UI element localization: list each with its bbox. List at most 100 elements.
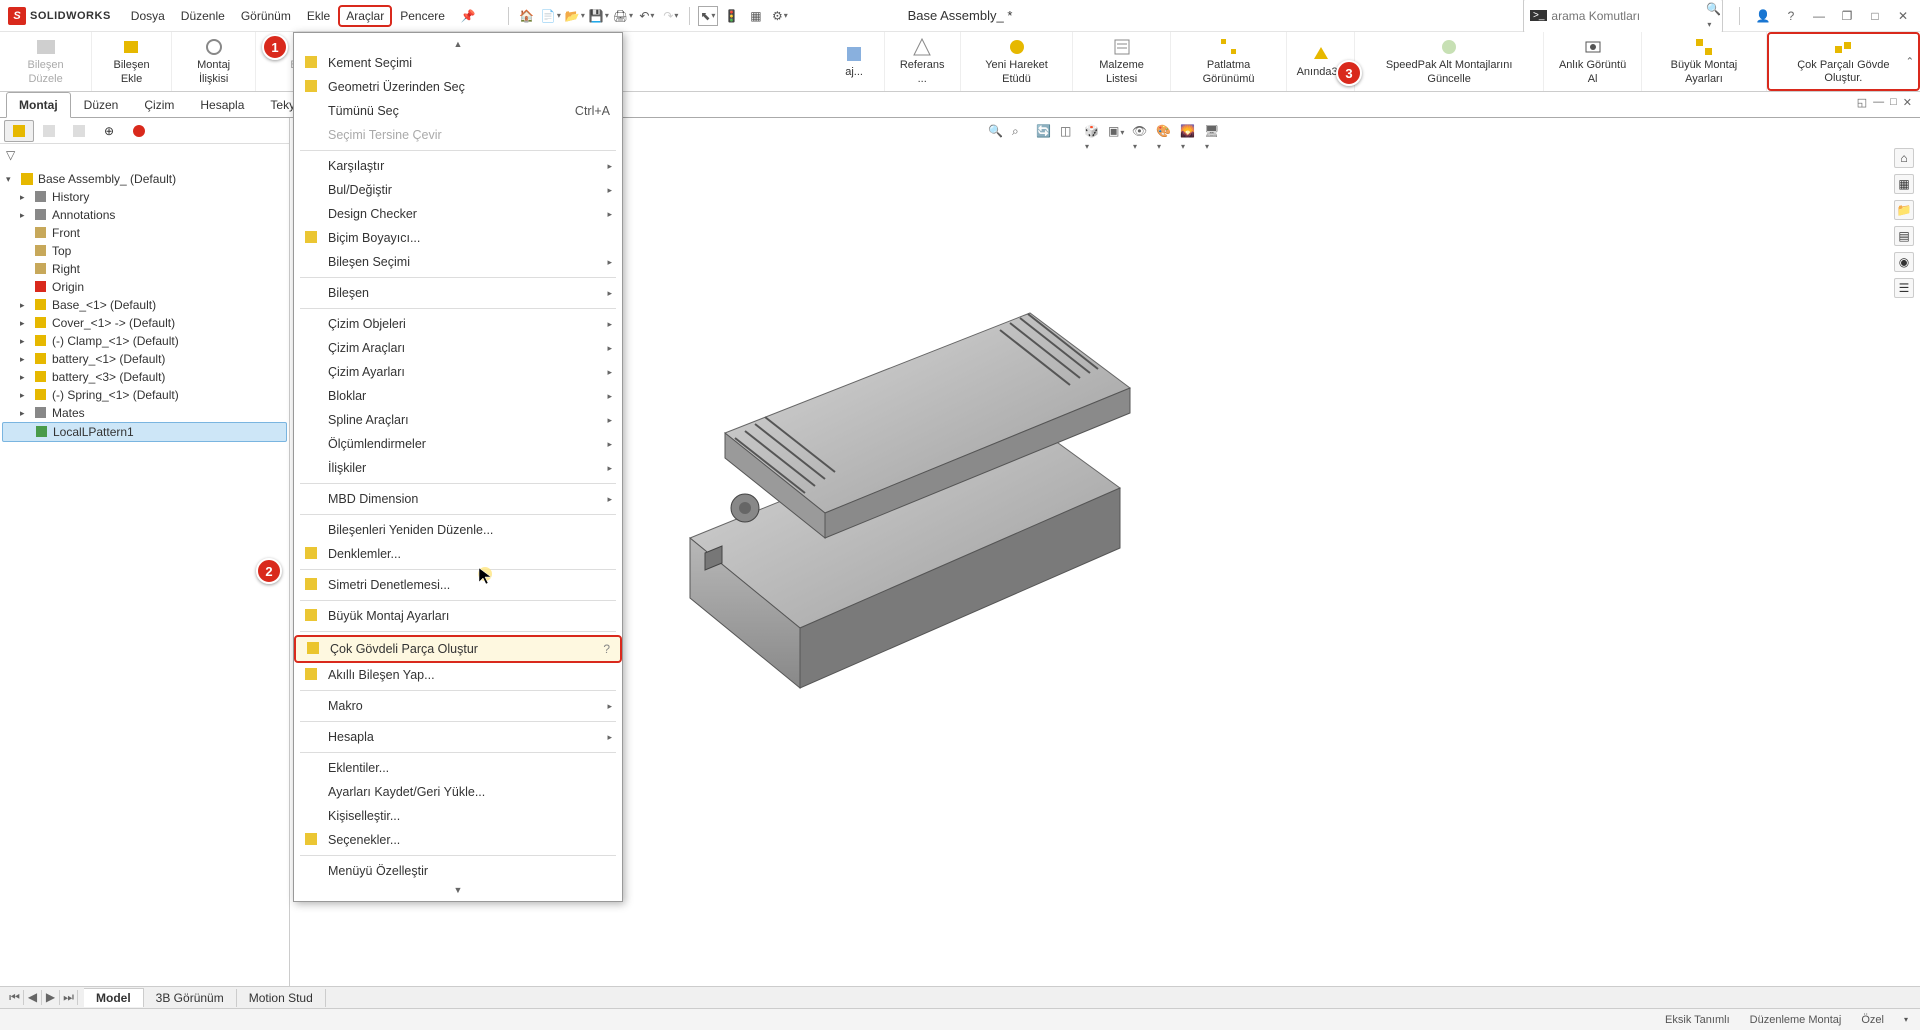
undo-icon[interactable]: ↶▾ bbox=[637, 6, 657, 26]
tab-duzen[interactable]: Düzen bbox=[71, 92, 132, 117]
menu-item[interactable]: Karşılaştır▸ bbox=[294, 154, 622, 178]
taskpane-home-icon[interactable]: ⌂ bbox=[1894, 148, 1914, 168]
status-units[interactable]: Özel bbox=[1861, 1014, 1884, 1026]
status-dropdown-icon[interactable]: ▾ bbox=[1904, 1015, 1908, 1024]
hide-show-icon[interactable]: 👁▾ bbox=[1132, 124, 1150, 142]
menu-item[interactable]: Çok Gövdeli Parça Oluştur? bbox=[294, 635, 622, 663]
menu-item[interactable]: Makro▸ bbox=[294, 694, 622, 718]
viewport-maximize-icon[interactable]: □ bbox=[1890, 96, 1897, 109]
menu-item[interactable]: İlişkiler▸ bbox=[294, 456, 622, 480]
menu-item[interactable]: Bileşen▸ bbox=[294, 281, 622, 305]
menu-item[interactable]: Bul/Değiştir▸ bbox=[294, 178, 622, 202]
menu-item[interactable]: Tümünü SeçCtrl+A bbox=[294, 99, 622, 123]
ribbon-hareket-etudu[interactable]: Yeni Hareket Etüdü bbox=[961, 32, 1074, 91]
tab-nav-first[interactable]: ⏮ bbox=[6, 990, 24, 1005]
viewport-close-icon[interactable]: ✕ bbox=[1903, 96, 1912, 109]
search-input[interactable] bbox=[1551, 9, 1706, 23]
view-settings-icon[interactable]: 🖥▾ bbox=[1204, 124, 1222, 142]
btab-3b-gorunum[interactable]: 3B Görünüm bbox=[144, 989, 237, 1007]
menu-item[interactable]: Kement Seçimi bbox=[294, 51, 622, 75]
tab-nav-last[interactable]: ⏭ bbox=[60, 990, 78, 1005]
tree-item[interactable]: ▸battery_<1> (Default) bbox=[2, 350, 287, 368]
menu-item[interactable]: MBD Dimension▸ bbox=[294, 487, 622, 511]
ribbon-patlatma[interactable]: Patlatma Görünümü bbox=[1171, 32, 1287, 91]
tree-item[interactable]: Right bbox=[2, 260, 287, 278]
sidebar-tab-display[interactable] bbox=[124, 120, 154, 142]
menu-item[interactable]: Spline Araçları▸ bbox=[294, 408, 622, 432]
tree-item[interactable]: ▸(-) Spring_<1> (Default) bbox=[2, 386, 287, 404]
traffic-light-icon[interactable]: 🚦 bbox=[722, 6, 742, 26]
open-icon[interactable]: 📂▾ bbox=[565, 6, 585, 26]
rebuild-icon[interactable]: ▦ bbox=[746, 6, 766, 26]
prev-view-icon[interactable]: 🔄 bbox=[1036, 124, 1054, 142]
tree-item[interactable]: ▸Mates bbox=[2, 404, 287, 422]
ribbon-bilesen-ekle[interactable]: Bileşen Ekle bbox=[92, 32, 172, 91]
menu-item[interactable]: Bloklar▸ bbox=[294, 384, 622, 408]
redo-icon[interactable]: ↷▾ bbox=[661, 6, 681, 26]
tree-item[interactable]: Front bbox=[2, 224, 287, 242]
tab-nav-prev[interactable]: ◀ bbox=[24, 990, 42, 1005]
tree-root[interactable]: ▾ Base Assembly_ (Default) bbox=[2, 170, 287, 188]
menu-item[interactable]: Akıllı Bileşen Yap... bbox=[294, 663, 622, 687]
menu-item[interactable]: Biçim Boyayıcı... bbox=[294, 226, 622, 250]
view-orientation-icon[interactable]: 🎲▾ bbox=[1084, 124, 1102, 142]
ribbon-cok-parcali-govde[interactable]: Çok Parçalı Gövde Oluştur. bbox=[1767, 32, 1920, 91]
menu-item[interactable]: Simetri Denetlemesi... bbox=[294, 573, 622, 597]
menu-item[interactable]: Çizim Objeleri▸ bbox=[294, 312, 622, 336]
display-style-icon[interactable]: ▣▾ bbox=[1108, 124, 1126, 142]
menu-item[interactable]: Eklentiler... bbox=[294, 756, 622, 780]
taskpane-library-icon[interactable]: 📁 bbox=[1894, 200, 1914, 220]
sidebar-tab-dimxpert[interactable]: ⊕ bbox=[94, 120, 124, 142]
search-box[interactable]: >_ 🔍▾ bbox=[1523, 0, 1723, 33]
menu-item[interactable]: Denklemler... bbox=[294, 542, 622, 566]
tree-item[interactable]: ▸Annotations bbox=[2, 206, 287, 224]
taskpane-appearances-icon[interactable]: ◉ bbox=[1894, 252, 1914, 272]
menu-item[interactable]: Kişiselleştir... bbox=[294, 804, 622, 828]
tree-item[interactable]: ▸Base_<1> (Default) bbox=[2, 296, 287, 314]
menu-pin[interactable]: 📌 bbox=[453, 5, 484, 27]
options-icon[interactable]: ⚙▾ bbox=[770, 6, 790, 26]
apply-scene-icon[interactable]: 🌄▾ bbox=[1180, 124, 1198, 142]
sidebar-tab-feature-tree[interactable] bbox=[4, 120, 34, 142]
home-icon[interactable]: 🏠 bbox=[517, 6, 537, 26]
menu-item[interactable]: Bileşenleri Yeniden Düzenle... bbox=[294, 518, 622, 542]
select-icon[interactable]: ⬉▾ bbox=[698, 6, 718, 26]
menu-help-icon[interactable]: ? bbox=[603, 642, 610, 656]
tab-hesapla[interactable]: Hesapla bbox=[187, 92, 257, 117]
taskpane-view-palette-icon[interactable]: ▤ bbox=[1894, 226, 1914, 246]
print-icon[interactable]: 🖨▾ bbox=[613, 6, 633, 26]
zoom-area-icon[interactable]: ⌕ bbox=[1012, 124, 1030, 142]
tree-item[interactable]: ▸History bbox=[2, 188, 287, 206]
restore-icon[interactable]: ❐ bbox=[1838, 7, 1856, 25]
section-view-icon[interactable]: ◫ bbox=[1060, 124, 1078, 142]
new-doc-icon[interactable]: 📄▾ bbox=[541, 6, 561, 26]
menu-item[interactable]: Büyük Montaj Ayarları bbox=[294, 604, 622, 628]
btab-model[interactable]: Model bbox=[84, 988, 144, 1007]
tab-cizim[interactable]: Çizim bbox=[131, 92, 187, 117]
zoom-fit-icon[interactable]: 🔍 bbox=[988, 124, 1006, 142]
save-icon[interactable]: 💾▾ bbox=[589, 6, 609, 26]
menu-item[interactable]: Ölçümlendirmeler▸ bbox=[294, 432, 622, 456]
menu-item[interactable]: Ayarları Kaydet/Geri Yükle... bbox=[294, 780, 622, 804]
ribbon-aj[interactable]: aj... bbox=[825, 32, 885, 91]
menu-araclar[interactable]: Araçlar bbox=[338, 5, 392, 27]
menu-ekle[interactable]: Ekle bbox=[299, 5, 338, 27]
viewport-minimize-icon[interactable]: — bbox=[1873, 96, 1884, 109]
menu-item[interactable]: Çizim Araçları▸ bbox=[294, 336, 622, 360]
menu-scroll-down-icon[interactable]: ▼ bbox=[294, 883, 622, 897]
menu-scroll-up-icon[interactable]: ▲ bbox=[294, 37, 622, 51]
tree-item[interactable]: Origin bbox=[2, 278, 287, 296]
menu-gorunum[interactable]: Görünüm bbox=[233, 5, 299, 27]
search-icon[interactable]: 🔍▾ bbox=[1706, 2, 1721, 30]
maximize-icon[interactable]: □ bbox=[1866, 7, 1884, 25]
tab-montaj[interactable]: Montaj bbox=[6, 92, 71, 118]
close-icon[interactable]: ✕ bbox=[1894, 7, 1912, 25]
user-icon[interactable]: 👤 bbox=[1754, 7, 1772, 25]
menu-item[interactable]: Geometri Üzerinden Seç bbox=[294, 75, 622, 99]
menu-item[interactable]: Design Checker▸ bbox=[294, 202, 622, 226]
tab-nav-next[interactable]: ▶ bbox=[42, 990, 60, 1005]
menu-dosya[interactable]: Dosya bbox=[123, 5, 173, 27]
edit-appearance-icon[interactable]: 🎨▾ bbox=[1156, 124, 1174, 142]
ribbon-expand-icon[interactable]: ⌃ bbox=[1906, 56, 1914, 67]
taskpane-custom-props-icon[interactable]: ☰ bbox=[1894, 278, 1914, 298]
